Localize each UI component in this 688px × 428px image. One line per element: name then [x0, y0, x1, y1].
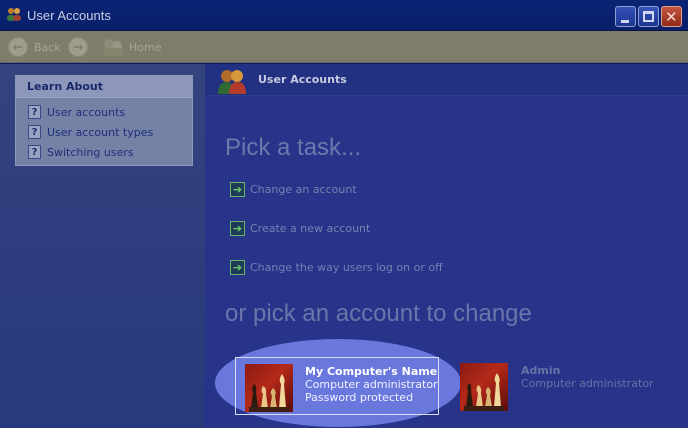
chess-pieces-icon [464, 373, 504, 411]
learn-about-panel: Learn About ? User accounts ? User accou… [15, 75, 193, 166]
back-label: Back [34, 40, 61, 54]
learn-item-user-accounts[interactable]: ? User accounts [28, 104, 125, 120]
user-accounts-window: User Accounts ✕ ← Back → Home Learn Abou… [0, 0, 688, 428]
account-status: Password protected [305, 391, 414, 404]
help-icon: ? [28, 105, 41, 119]
account-name: My Computer's Name [305, 365, 438, 378]
learn-item-label: User account types [47, 125, 154, 139]
learn-item-label: User accounts [47, 105, 126, 119]
close-button[interactable]: ✕ [661, 6, 682, 27]
chess-pieces-icon [249, 374, 289, 412]
task-create-account[interactable]: ➔ Create a new account [230, 219, 370, 237]
task-label: Change the way users log on or off [250, 260, 443, 274]
home-users-icon [103, 38, 125, 56]
account-type: Computer administrator [305, 378, 438, 391]
toolbar: ← Back → Home [0, 31, 688, 63]
home-label: Home [129, 40, 162, 54]
content-header-title: User Accounts [258, 73, 347, 86]
close-icon: ✕ [665, 8, 678, 26]
account-admin[interactable]: Admin Computer administrator [460, 363, 660, 413]
learn-item-user-account-types[interactable]: ? User account types [28, 124, 153, 140]
account-my-computer[interactable]: My Computer's Name Computer administrato… [235, 357, 439, 415]
account-picture [245, 364, 293, 412]
back-button[interactable]: ← Back [8, 35, 61, 59]
help-icon: ? [28, 125, 41, 139]
minimize-button[interactable] [615, 6, 636, 27]
content-header: User Accounts [205, 64, 688, 96]
green-arrow-icon: ➔ [230, 181, 245, 197]
learn-item-switching-users[interactable]: ? Switching users [28, 144, 134, 160]
user-accounts-app-icon [7, 8, 21, 21]
home-button[interactable]: Home [103, 35, 161, 59]
task-label: Create a new account [250, 221, 371, 235]
learn-item-label: Switching users [47, 145, 134, 159]
task-change-account[interactable]: ➔ Change an account [230, 180, 357, 198]
task-change-logon[interactable]: ➔ Change the way users log on or off [230, 258, 443, 276]
forward-arrow-icon: → [68, 37, 88, 57]
main-content-pane: User Accounts Pick a task... ➔ Change an… [205, 64, 688, 428]
back-arrow-icon: ← [8, 37, 28, 57]
window-title: User Accounts [27, 8, 111, 23]
maximize-icon [643, 11, 654, 22]
user-accounts-icon [218, 70, 246, 94]
maximize-button[interactable] [638, 6, 659, 27]
help-icon: ? [28, 145, 41, 159]
minimize-icon [621, 20, 629, 23]
green-arrow-icon: ➔ [230, 259, 245, 275]
left-task-pane: Learn About ? User accounts ? User accou… [0, 64, 205, 428]
forward-button[interactable]: → [68, 35, 88, 59]
pick-account-heading: or pick an account to change [225, 300, 532, 327]
task-label: Change an account [250, 182, 357, 196]
learn-about-heading: Learn About [16, 76, 192, 98]
account-name: Admin [521, 364, 561, 377]
pick-task-heading: Pick a task... [225, 134, 362, 161]
account-type: Computer administrator [521, 377, 654, 390]
green-arrow-icon: ➔ [230, 220, 245, 236]
title-bar: User Accounts ✕ [0, 0, 688, 31]
account-picture [460, 363, 508, 411]
